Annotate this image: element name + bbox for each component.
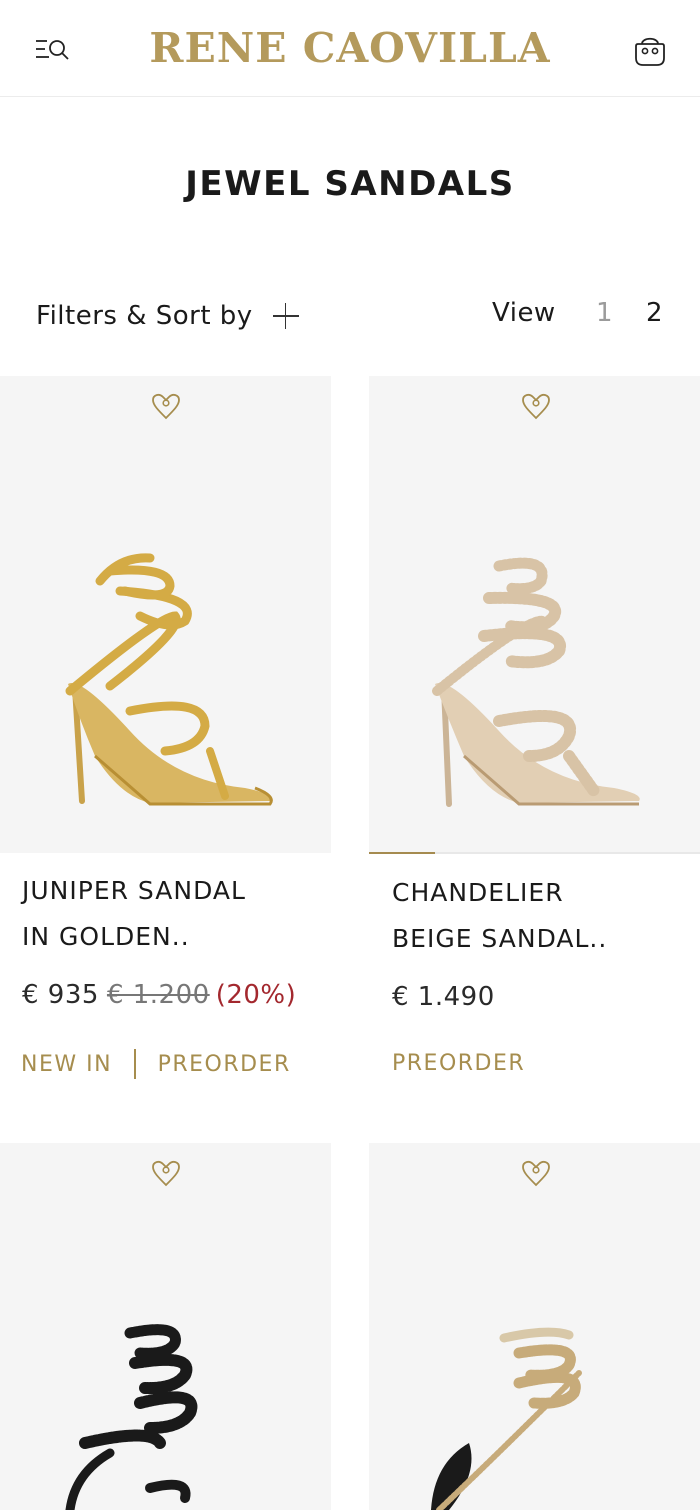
wishlist-heart-icon[interactable]: [520, 390, 552, 422]
filters-sort-button[interactable]: Filters & Sort by: [36, 296, 301, 336]
view-option-2[interactable]: 2: [646, 298, 663, 328]
view-option-1[interactable]: 1: [596, 298, 613, 328]
page-title: JEWEL SANDALS: [185, 164, 515, 204]
black-sandal-image: [65, 1324, 198, 1510]
site-header: RENE CAOVILLA: [0, 0, 700, 97]
product-tags: NEW IN PREORDER: [21, 1049, 291, 1079]
carousel-progress-fill: [369, 852, 436, 854]
wishlist-heart-icon[interactable]: [520, 1157, 552, 1189]
product-name-line2: IN GOLDEN..: [22, 922, 190, 951]
gold-glitter-sandal-image: [431, 1327, 582, 1510]
shopping-bag-icon[interactable]: [630, 32, 670, 68]
price-current: € 935: [22, 980, 99, 1010]
product-name-line1: JUNIPER SANDAL: [22, 876, 246, 905]
product-name[interactable]: JUNIPER SANDAL IN GOLDEN..: [22, 868, 246, 960]
product-price: € 1.490: [392, 982, 495, 1012]
brand-logo[interactable]: RENE CAOVILLA: [0, 24, 700, 72]
tag-preorder: PREORDER: [157, 1051, 291, 1077]
product-tags: PREORDER: [392, 1051, 525, 1076]
beige-sandal-image: [432, 557, 640, 807]
tag-divider: [134, 1049, 136, 1079]
wishlist-heart-icon[interactable]: [150, 1157, 182, 1189]
price-current: € 1.490: [392, 982, 495, 1012]
image-carousel-progress: [369, 852, 700, 854]
tag-new-in: NEW IN: [21, 1051, 113, 1077]
filters-sort-label: Filters & Sort by: [36, 301, 253, 331]
product-image[interactable]: [369, 376, 700, 853]
menu-search-icon[interactable]: [30, 32, 72, 66]
product-image[interactable]: [0, 1143, 331, 1510]
product-name[interactable]: CHANDELIER BEIGE SANDAL..: [392, 870, 607, 962]
price-original: € 1.200: [106, 980, 210, 1010]
product-image[interactable]: [369, 1143, 700, 1510]
product-image[interactable]: [0, 376, 331, 853]
view-label: View: [492, 298, 556, 328]
wishlist-heart-icon[interactable]: [150, 390, 182, 422]
gold-sandal-image: [65, 553, 273, 806]
price-discount: (20%): [215, 980, 297, 1010]
product-price: € 935 € 1.200 (20%): [22, 980, 296, 1010]
product-name-line2: BEIGE SANDAL..: [392, 924, 608, 953]
tag-preorder: PREORDER: [392, 1051, 526, 1076]
product-name-line1: CHANDELIER: [392, 878, 564, 907]
plus-icon: [271, 301, 301, 331]
